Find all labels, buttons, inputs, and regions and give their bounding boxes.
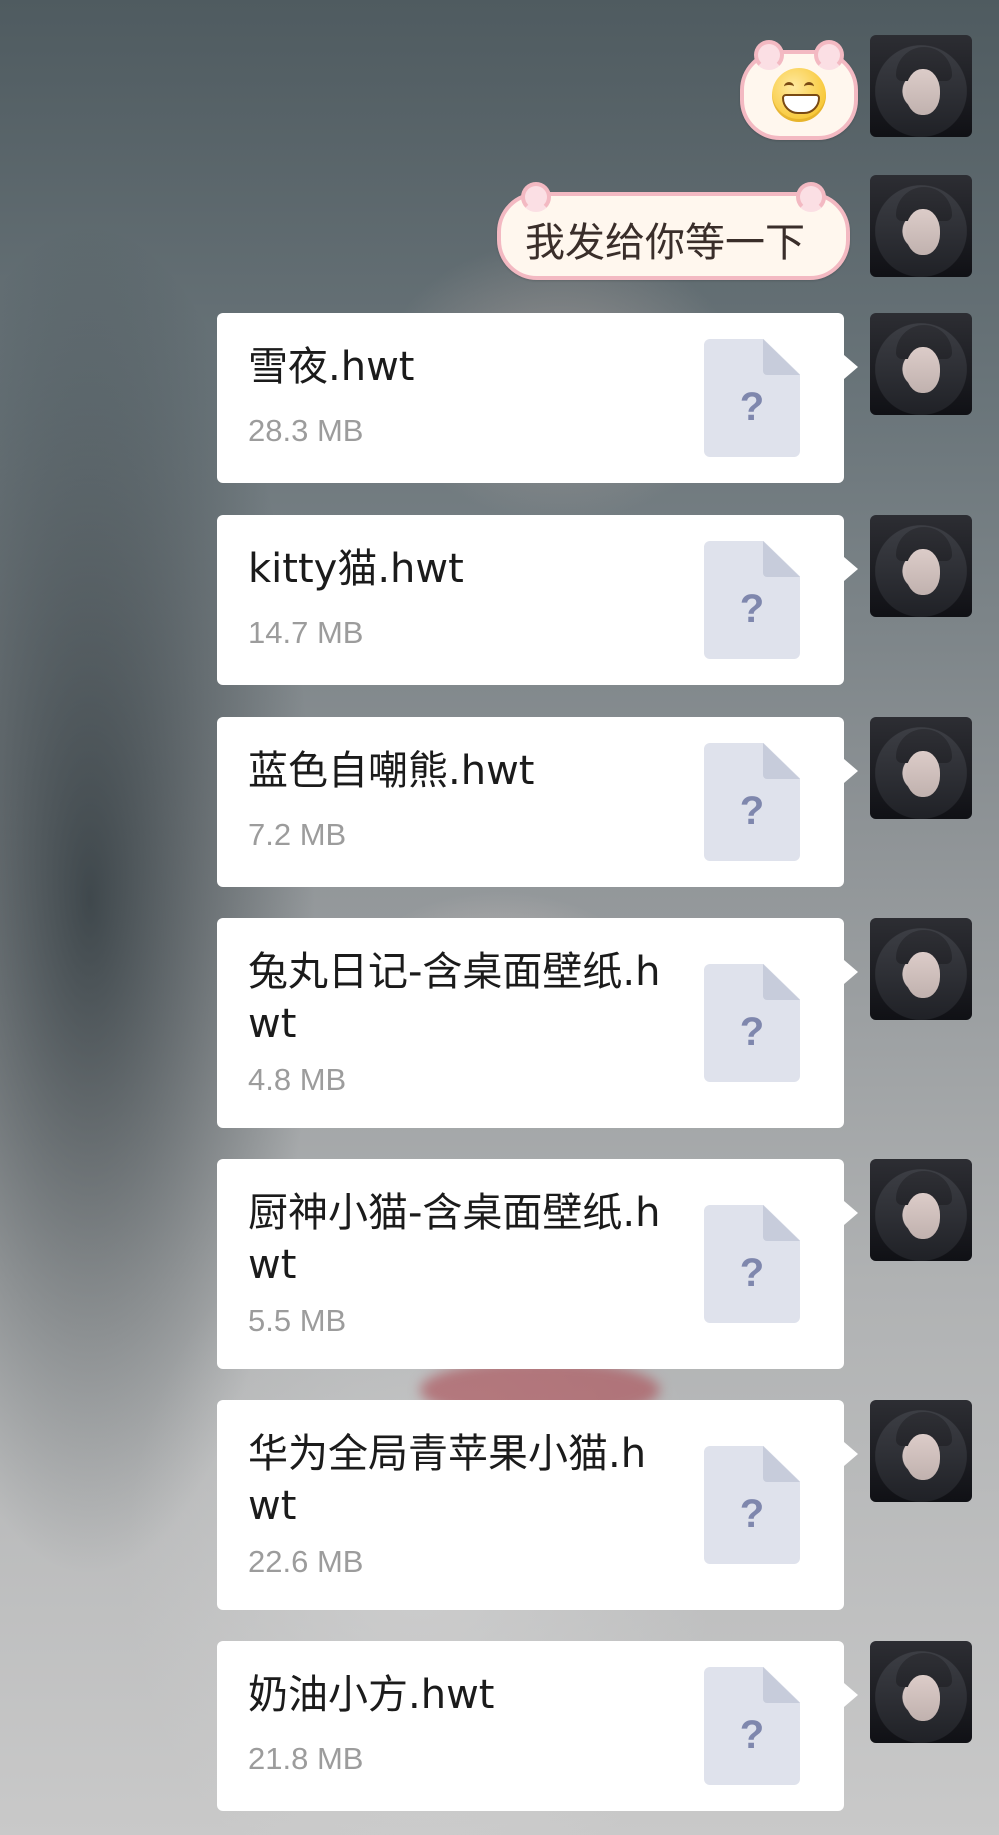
unknown-file-icon: ?: [704, 1667, 800, 1785]
file-name: 厨神小猫-含桌面壁纸.hwt: [248, 1190, 661, 1288]
avatar[interactable]: [870, 1400, 972, 1502]
file-message[interactable]: 厨神小猫-含桌面壁纸.hwt 5.5 MB ?: [217, 1159, 858, 1369]
file-message[interactable]: kitty猫.hwt 14.7 MB ?: [217, 515, 858, 685]
file-size: 7.2 MB: [248, 817, 347, 852]
grin-emoji-icon: [772, 68, 826, 122]
avatar[interactable]: [870, 717, 972, 819]
sticker-message-text: 我发给你等一下: [525, 220, 805, 266]
file-name: kitty猫.hwt: [248, 546, 464, 592]
avatar[interactable]: [870, 1159, 972, 1261]
text-sticker-bubble[interactable]: 我发给你等一下: [497, 182, 850, 280]
file-size: 5.5 MB: [248, 1303, 347, 1338]
avatar[interactable]: [870, 1641, 972, 1743]
file-name: 兔丸日记-含桌面壁纸.hwt: [248, 949, 661, 1047]
file-message[interactable]: 雪夜.hwt 28.3 MB ?: [217, 313, 858, 483]
avatar[interactable]: [870, 35, 972, 137]
file-name: 华为全局青苹果小猫.hwt: [248, 1431, 647, 1529]
unknown-file-icon: ?: [704, 743, 800, 861]
file-size: 14.7 MB: [248, 615, 364, 650]
file-message[interactable]: 华为全局青苹果小猫.hwt 22.6 MB ?: [217, 1400, 858, 1610]
avatar[interactable]: [870, 313, 972, 415]
file-size: 4.8 MB: [248, 1062, 347, 1097]
unknown-file-icon: ?: [704, 1205, 800, 1323]
unknown-file-icon: ?: [704, 339, 800, 457]
avatar[interactable]: [870, 918, 972, 1020]
file-name: 奶油小方.hwt: [248, 1672, 495, 1718]
file-size: 21.8 MB: [248, 1741, 364, 1776]
file-name: 蓝色自嘲熊.hwt: [248, 748, 535, 794]
file-message[interactable]: 蓝色自嘲熊.hwt 7.2 MB ?: [217, 717, 858, 887]
unknown-file-icon: ?: [704, 1446, 800, 1564]
avatar[interactable]: [870, 175, 972, 277]
avatar[interactable]: [870, 515, 972, 617]
file-name: 雪夜.hwt: [248, 344, 415, 390]
file-message[interactable]: 奶油小方.hwt 21.8 MB ?: [217, 1641, 858, 1811]
unknown-file-icon: ?: [704, 541, 800, 659]
file-message[interactable]: 兔丸日记-含桌面壁纸.hwt 4.8 MB ?: [217, 918, 858, 1128]
unknown-file-icon: ?: [704, 964, 800, 1082]
emoji-sticker-bubble[interactable]: [740, 40, 858, 140]
file-size: 22.6 MB: [248, 1544, 364, 1579]
file-size: 28.3 MB: [248, 413, 364, 448]
